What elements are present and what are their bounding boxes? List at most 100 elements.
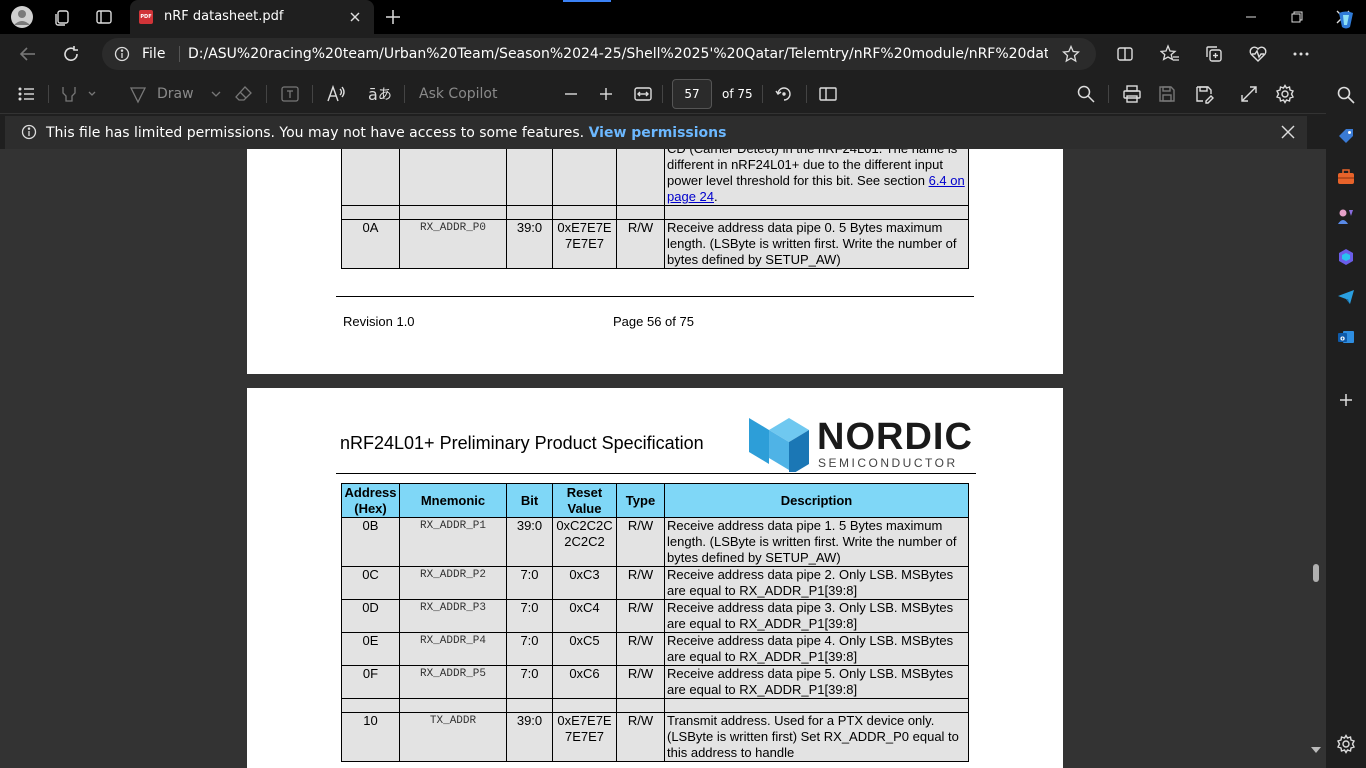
add-sidebar-app-icon[interactable] [1334, 388, 1358, 412]
register-table-continued: CD (Carrier Detect) in the nRF24L01. The… [341, 149, 969, 269]
favorite-star-icon[interactable] [1061, 44, 1081, 67]
eraser-icon[interactable] [234, 84, 254, 104]
tab-active[interactable]: PDF nRF datasheet.pdf [130, 0, 374, 34]
games-icon[interactable] [1334, 205, 1358, 229]
sidebar-settings-icon[interactable] [1334, 732, 1358, 756]
copilot-icon[interactable] [1334, 8, 1358, 32]
page-view-icon[interactable] [818, 84, 838, 104]
nordic-logo-icon [749, 418, 809, 472]
pdf-page-57: nRF24L01+ Preliminary Product Specificat… [247, 388, 1063, 768]
sidebar-search-icon[interactable] [1334, 83, 1358, 107]
logo-text: NORDIC [817, 416, 973, 458]
zoom-in-icon[interactable] [596, 84, 616, 104]
reset-cell: 0xE7E7E7E7E7 [552, 712, 617, 762]
address-cell: 0A [341, 219, 400, 269]
ask-copilot-button[interactable]: Ask Copilot [419, 84, 498, 104]
scheme-label: File [142, 46, 166, 62]
fit-width-icon[interactable] [633, 84, 653, 104]
telegram-send-icon[interactable] [1334, 285, 1358, 309]
new-tab-button[interactable] [380, 5, 406, 29]
edge-sidebar: o [1326, 11, 1366, 768]
tab-actions-icon[interactable] [90, 4, 118, 30]
search-icon[interactable] [1076, 84, 1096, 104]
table-row-empty [341, 205, 969, 220]
highlight-icon[interactable] [60, 84, 96, 104]
page-number-input[interactable]: 57 [672, 79, 712, 109]
tools-icon[interactable] [1334, 165, 1358, 189]
tab-title: nRF datasheet.pdf [164, 9, 284, 24]
bit-cell: 7:0 [506, 566, 553, 600]
header-mnemonic: Mnemonic [399, 483, 507, 518]
header-bit: Bit [506, 483, 553, 518]
address-cell: 0E [341, 632, 400, 666]
address-cell: 0D [341, 599, 400, 633]
bit-cell: 39:0 [506, 219, 553, 269]
table-row: 0D RX_ADDR_P3 7:0 0xC4 R/W Receive addre… [341, 599, 969, 633]
reset-cell: 0xC3 [552, 566, 617, 600]
translate-icon[interactable]: āあ [368, 84, 392, 104]
reset-cell: 0xC4 [552, 599, 617, 633]
toolbar-separator [806, 85, 807, 103]
print-icon[interactable] [1122, 84, 1142, 104]
workspaces-icon[interactable] [48, 4, 76, 30]
permission-banner: This file has limited permissions. You m… [5, 116, 1307, 149]
fullscreen-icon[interactable] [1239, 84, 1259, 104]
read-aloud-icon[interactable] [326, 84, 346, 104]
mnemonic-cell: TX_ADDR [399, 712, 507, 762]
shopping-tag-icon[interactable] [1334, 124, 1358, 148]
refresh-icon[interactable] [58, 42, 84, 66]
type-cell: R/W [616, 665, 665, 699]
table-row: 0A RX_ADDR_P0 39:0 0xE7E7E7E7E7 R/W Rece… [341, 219, 969, 269]
outlook-icon[interactable]: o [1334, 325, 1358, 349]
description-cell: Receive address data pipe 1. 5 Bytes max… [664, 517, 969, 567]
description-line: power level threshold for this bit. See … [667, 173, 929, 188]
save-as-icon[interactable] [1194, 84, 1214, 104]
profile-avatar-icon[interactable] [8, 4, 36, 30]
nordic-logo: NORDIC SEMICONDUCTOR [747, 412, 977, 472]
footer-revision: Revision 1.0 [343, 314, 415, 329]
info-icon[interactable] [114, 46, 130, 66]
bit-cell: 7:0 [506, 665, 553, 699]
split-screen-icon[interactable] [1112, 42, 1138, 66]
table-cell [341, 149, 400, 206]
minimize-button[interactable] [1228, 0, 1274, 34]
contents-list-icon[interactable] [17, 84, 37, 104]
logo-subtext: SEMICONDUCTOR [818, 456, 958, 470]
microsoft-365-icon[interactable] [1334, 245, 1358, 269]
tab-close-icon[interactable] [346, 8, 364, 26]
browser-essentials-icon[interactable] [1245, 42, 1271, 66]
banner-close-icon[interactable] [1280, 124, 1296, 144]
settings-more-icon[interactable] [1288, 42, 1314, 66]
view-permissions-link[interactable]: View permissions [589, 125, 727, 141]
table-row: 0F RX_ADDR_P5 7:0 0xC6 R/W Receive addre… [341, 665, 969, 699]
pdf-viewer[interactable]: CD (Carrier Detect) in the nRF24L01. The… [0, 149, 1326, 768]
vertical-scrollbar[interactable] [1306, 149, 1326, 768]
type-cell: R/W [616, 712, 665, 762]
mnemonic-cell: RX_ADDR_P4 [399, 632, 507, 666]
footer-page-number: Page 56 of 75 [613, 314, 694, 329]
ask-copilot-label: Ask Copilot [419, 86, 498, 102]
type-cell: R/W [616, 632, 665, 666]
scroll-down-arrow-icon[interactable] [1310, 744, 1322, 759]
header-address: Address (Hex) [341, 483, 400, 518]
add-text-icon[interactable] [280, 84, 300, 104]
pdf-settings-icon[interactable] [1275, 84, 1295, 104]
rotate-icon[interactable] [774, 84, 794, 104]
save-icon[interactable] [1157, 84, 1177, 104]
toolbar-separator [662, 85, 663, 103]
address-bar[interactable]: File D:/ASU%20racing%20team/Urban%20Team… [102, 38, 1096, 70]
accent-strip [563, 0, 611, 2]
draw-button[interactable]: Draw [128, 84, 226, 104]
banner-message-row: This file has limited permissions. You m… [46, 125, 726, 141]
pdf-file-icon: PDF [139, 10, 153, 24]
restore-button[interactable] [1274, 0, 1320, 34]
toolbar-separator [312, 85, 313, 103]
back-arrow-icon[interactable] [15, 42, 41, 66]
footer-rule [336, 296, 974, 297]
zoom-out-icon[interactable] [561, 84, 581, 104]
url-text[interactable]: D:/ASU%20racing%20team/Urban%20Team/Seas… [188, 46, 1048, 62]
scrollbar-thumb[interactable] [1313, 564, 1319, 582]
toolbar-separator [1108, 85, 1109, 103]
favorites-icon[interactable] [1157, 42, 1183, 66]
collections-icon[interactable] [1201, 42, 1227, 66]
